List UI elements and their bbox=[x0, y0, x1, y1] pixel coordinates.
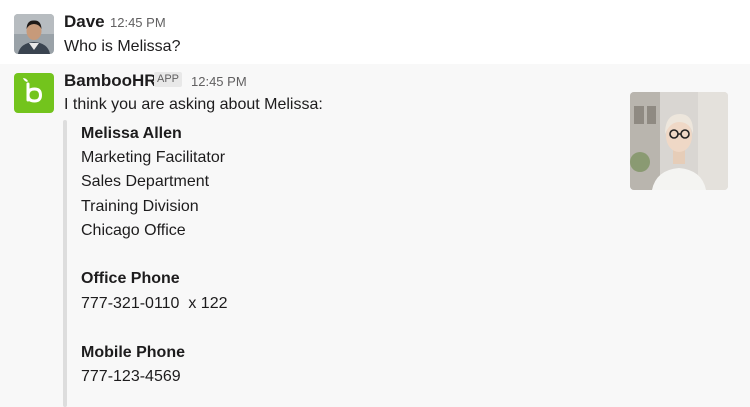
mobile-phone-label: Mobile Phone bbox=[81, 344, 185, 361]
office-phone-label: Office Phone bbox=[81, 270, 180, 287]
employee-department: Sales Department bbox=[81, 173, 210, 190]
employee-title: Marketing Facilitator bbox=[81, 149, 226, 166]
attachment-bar bbox=[63, 120, 67, 407]
message-text: I think you are asking about Melissa: bbox=[64, 96, 323, 113]
message-text: Who is Melissa? bbox=[64, 38, 181, 55]
employee-division: Training Division bbox=[81, 198, 199, 215]
message-bamboohr: BambooHR APP 12:45 PM I think you are as… bbox=[0, 64, 750, 407]
employee-name: Melissa Allen bbox=[81, 125, 182, 142]
mobile-phone-value[interactable]: 777-123-4569 bbox=[81, 366, 181, 388]
office-phone-value[interactable]: 777-321-0110 x 122 bbox=[81, 293, 227, 315]
sender-name[interactable]: BambooHR bbox=[64, 71, 157, 91]
employee-photo[interactable] bbox=[630, 92, 728, 190]
bamboohr-logo-icon[interactable] bbox=[14, 73, 54, 113]
sender-name[interactable]: Dave bbox=[64, 12, 105, 32]
timestamp[interactable]: 12:45 PM bbox=[110, 15, 166, 31]
message-dave: Dave 12:45 PM Who is Melissa? bbox=[0, 0, 750, 64]
employee-office: Chicago Office bbox=[81, 222, 186, 239]
app-badge: APP bbox=[154, 72, 183, 87]
dave-avatar[interactable] bbox=[14, 14, 54, 54]
timestamp[interactable]: 12:45 PM bbox=[191, 74, 247, 90]
